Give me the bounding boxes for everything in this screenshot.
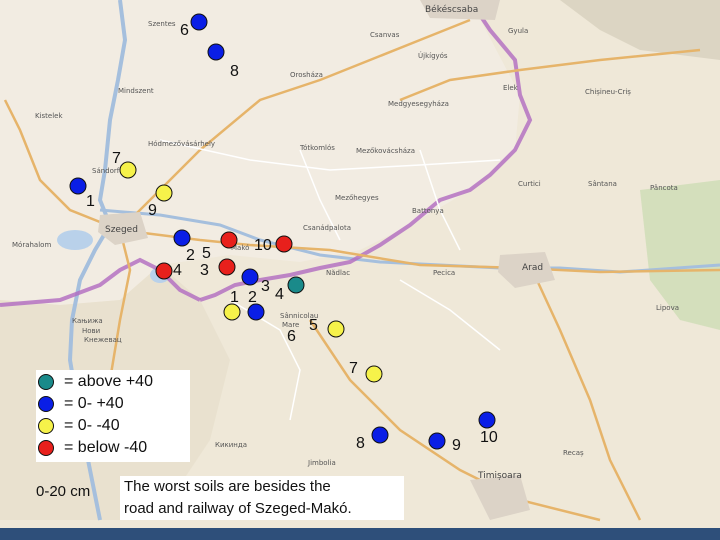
- town-label: Кањижа: [72, 317, 103, 325]
- town-label: Curtici: [518, 180, 541, 188]
- sample-point-1b[interactable]: [223, 303, 241, 321]
- town-label: Orosháza: [290, 71, 323, 79]
- sample-point-10[interactable]: [275, 235, 293, 253]
- sample-point-4b[interactable]: [287, 276, 305, 294]
- bottom-bar: [0, 528, 720, 540]
- sample-point-2b[interactable]: [247, 303, 265, 321]
- point-label: 7: [349, 360, 358, 377]
- caption-note: The worst soils are besides the road and…: [120, 476, 404, 520]
- point-label: 8: [356, 435, 365, 452]
- teal-dot-icon: [38, 374, 54, 390]
- point-label: 7: [112, 150, 121, 167]
- point-label: 6: [180, 22, 189, 39]
- town-label: Mindszent: [118, 87, 154, 95]
- town-label: Nădlac: [326, 269, 350, 277]
- town-label: Tótkomlós: [299, 144, 335, 152]
- point-label: 3: [261, 278, 270, 295]
- legend-row-positive: = 0- +40: [38, 394, 124, 414]
- sample-point-5b[interactable]: [327, 320, 345, 338]
- sample-point-2[interactable]: [173, 229, 191, 247]
- legend-row-above: = above +40: [38, 372, 153, 392]
- blue-dot-icon: [38, 396, 54, 412]
- town-label: Кикинда: [215, 441, 247, 449]
- town-label: Mezőhegyes: [335, 193, 379, 202]
- point-label: 1: [230, 289, 239, 306]
- point-label: 5: [309, 317, 318, 334]
- town-label: Нови: [82, 327, 100, 335]
- legend-label: = 0- -40: [64, 417, 120, 434]
- red-dot-icon: [38, 440, 54, 456]
- town-label: Lipova: [656, 304, 679, 312]
- town-label: Gyula: [508, 27, 528, 35]
- sample-point-7[interactable]: [119, 161, 137, 179]
- yellow-dot-icon: [38, 418, 54, 434]
- point-label: 8: [230, 63, 239, 80]
- legend-label: = 0- +40: [64, 395, 124, 412]
- sample-point-10b[interactable]: [478, 411, 496, 429]
- town-label: Pâncota: [650, 184, 678, 192]
- town-label: Csanádpalota: [303, 224, 351, 232]
- legend-row-below: = below -40: [38, 438, 147, 458]
- point-label: 1: [86, 193, 95, 210]
- caption-line-2: road and railway of Szeged-Makó.: [124, 500, 352, 517]
- town-label: Mezőkovácsháza: [356, 146, 415, 155]
- point-label: 9: [452, 437, 461, 454]
- sample-point-9[interactable]: [155, 184, 173, 202]
- point-label: 5: [202, 245, 211, 262]
- sample-point-6[interactable]: [190, 13, 208, 31]
- point-label: 9: [148, 202, 157, 219]
- town-label: Arad: [522, 263, 543, 273]
- legend-row-negative: = 0- -40: [38, 416, 120, 436]
- town-label: Sântana: [588, 180, 617, 188]
- point-label: 6: [287, 328, 296, 345]
- depth-label: 0-20 cm: [36, 483, 91, 500]
- town-label: Jimbolia: [307, 459, 336, 467]
- sample-point-1[interactable]: [69, 177, 87, 195]
- legend: = above +40 = 0- +40 = 0- -40 = below -4…: [36, 370, 190, 462]
- sample-point-3b[interactable]: [241, 268, 259, 286]
- sample-point-8b[interactable]: [371, 426, 389, 444]
- town-label: Mórahalom: [12, 241, 51, 249]
- town-label: Pecica: [433, 269, 455, 277]
- sample-point-8[interactable]: [207, 43, 225, 61]
- legend-label: = above +40: [64, 373, 153, 390]
- town-label: Recaș: [563, 449, 584, 457]
- point-label: 3: [200, 262, 209, 279]
- town-label: Újkígyós: [418, 51, 448, 60]
- point-label: 4: [173, 262, 182, 279]
- point-label: 10: [480, 429, 498, 446]
- caption-line-1: The worst soils are besides the: [124, 478, 331, 495]
- point-label: 2: [186, 247, 195, 264]
- town-label: Кнежевац: [84, 336, 122, 344]
- town-label: Csanvas: [370, 31, 400, 39]
- sample-point-7b[interactable]: [365, 365, 383, 383]
- town-label: Szentes: [148, 20, 176, 28]
- sample-point-9b[interactable]: [428, 432, 446, 450]
- point-label: 2: [248, 289, 257, 306]
- sample-point-4[interactable]: [155, 262, 173, 280]
- town-label: Battonya: [412, 207, 444, 215]
- town-label: Timișoara: [477, 471, 522, 481]
- town-label: Szeged: [105, 225, 138, 235]
- sample-point-3[interactable]: [218, 258, 236, 276]
- town-label: Medgyesegyháza: [388, 100, 449, 108]
- town-label: Hódmezővásárhely: [148, 139, 215, 148]
- legend-label: = below -40: [64, 439, 148, 456]
- town-label: Chișineu-Criș: [585, 88, 631, 96]
- point-label: 4: [275, 286, 284, 303]
- point-label: 10: [254, 237, 272, 254]
- town-label: Kistelek: [35, 112, 63, 120]
- sample-point-5[interactable]: [220, 231, 238, 249]
- town-label: Elek: [503, 84, 519, 92]
- lake: [57, 230, 93, 250]
- town-label: Békéscsaba: [425, 4, 478, 15]
